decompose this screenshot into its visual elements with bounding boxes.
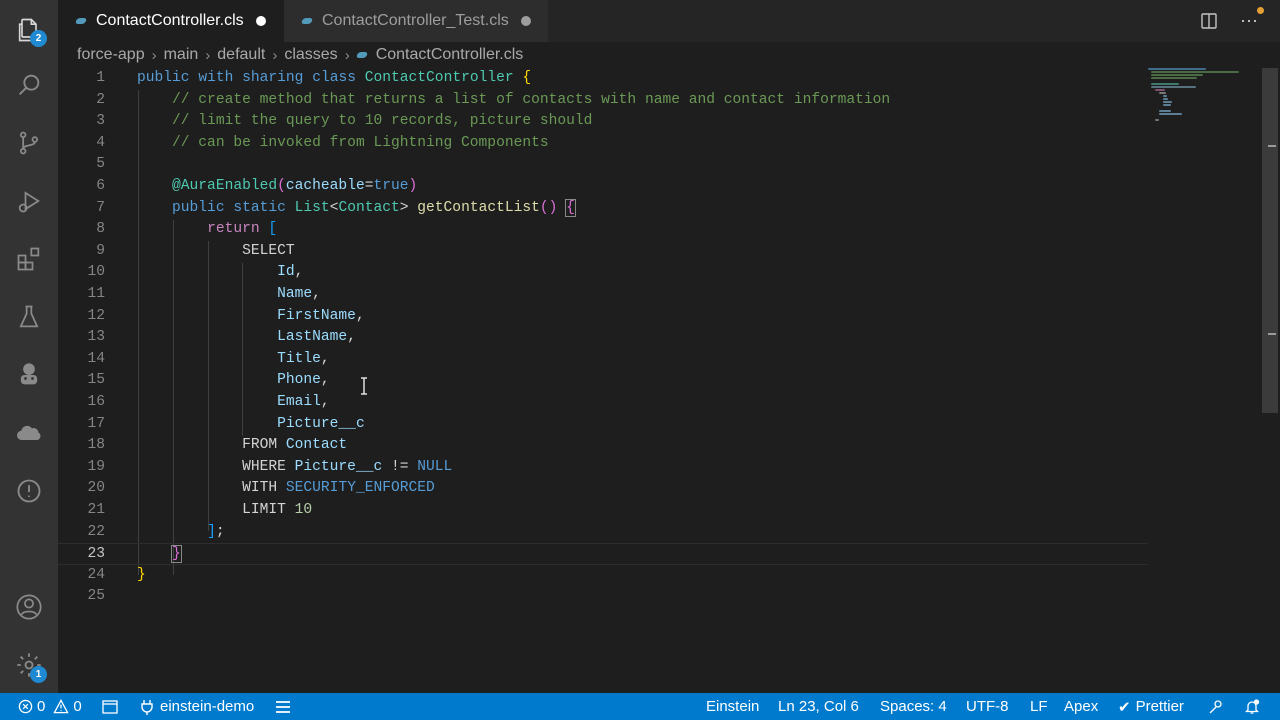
search-icon[interactable] [0,61,58,109]
code-line: 13 LastName, [87,329,356,346]
code-line: 20 WITH SECURITY_ENFORCED [87,480,435,497]
code-line: 16 Email, [87,394,330,410]
breadcrumb-item[interactable]: main [164,46,199,64]
chevron-right-icon: › [272,46,278,64]
code-line: 6 @AuraEnabled(cacheable=true) [96,178,418,194]
tab-label: ContactController.cls [96,12,244,29]
code-line: 2 // create method that returns a list o… [96,91,891,108]
eol-status[interactable]: LF [1030,693,1048,720]
breadcrumb-item[interactable]: classes [284,46,337,64]
overview-ruler-mark [1268,333,1276,335]
apex-file-icon [74,18,88,24]
breadcrumb-item[interactable]: ContactController.cls [376,46,524,64]
apex-file-icon [300,18,314,24]
chevron-right-icon: › [205,46,211,64]
feedback-icon[interactable] [1208,693,1224,720]
text-cursor-icon [361,377,367,395]
editor-actions: ⋯ [1198,0,1280,42]
chevron-right-icon: › [151,46,157,64]
overview-ruler-mark [1268,145,1276,147]
code-line: 25 [87,588,105,605]
activity-bar: 2 1 [0,0,58,693]
code-line: 24} [87,566,146,583]
settings-gear-icon[interactable] [0,641,58,689]
problems-icon[interactable] [0,467,58,515]
indentation-status[interactable]: Spaces: 4 [880,693,947,720]
account-icon[interactable] [0,583,58,631]
org-browser-icon[interactable] [0,351,58,399]
explorer-badge: 2 [30,30,47,47]
einstein-status[interactable]: Einstein [706,693,759,720]
code-line: 3 // limit the query to 10 records, pict… [96,113,593,130]
code-line-current: 23 } [58,543,1148,565]
code-line: 22 ]; [87,523,225,540]
code-line: 18 FROM Contact [87,437,348,454]
warning-count: 0 [73,698,82,715]
org-name: einstein-demo [160,698,255,715]
tab-contactcontroller[interactable]: ContactController.cls [58,0,284,42]
run-debug-icon[interactable] [0,177,58,225]
warning-icon [53,699,70,714]
code-editor[interactable]: 1 public with sharing class ContactContro… [58,68,1280,693]
prettier-label: Prettier [1135,698,1184,715]
language-mode[interactable]: Apex [1064,693,1098,720]
tab-bar: ContactController.cls ContactController_… [58,0,1280,42]
code-line: 11 Name, [87,286,321,302]
tasks-list-icon[interactable] [276,693,290,720]
code-line: 19 WHERE Picture__c != NULL [87,458,453,475]
tab-label: ContactController_Test.cls [322,12,509,29]
code-line: 1 public with sharing class ContactContro… [96,70,532,86]
split-editor-icon[interactable] [1198,10,1220,32]
code-line: 7 public static List<Contact> getContact… [96,198,576,217]
notifications-bell-icon[interactable] [1244,693,1260,720]
problems-status[interactable]: 0 0 [18,693,82,720]
code-line: 5 [96,156,105,173]
status-bar: 0 0 einstein-demo Einstein Ln 23, Col 6 … [0,693,1280,720]
code-line: 4 // can be invoked from Lightning Compo… [96,134,549,151]
extensions-icon[interactable] [0,235,58,283]
code-line: 15 Phone, [87,372,330,389]
files-icon[interactable] [0,6,58,54]
breadcrumb: force-app › main › default › classes › Conta… [58,42,1280,68]
error-icon [18,699,33,714]
double-check-icon: ✔ [1118,698,1131,716]
code-line: 8 return [ [96,221,278,238]
salesforce-cloud-icon[interactable] [0,409,58,457]
minimap[interactable] [1146,68,1246,128]
code-line: 17 Picture__c [87,415,365,432]
unsaved-dot-icon[interactable] [520,16,531,26]
code-line: 21 LIMIT 10 [87,502,313,518]
code-line: 10 Id, [87,264,304,281]
panel-toggle-icon[interactable] [102,693,118,720]
code-line: 9 SELECT [96,242,295,259]
code-line: 12 FirstName, [87,307,365,324]
unsaved-dot-icon[interactable] [255,16,266,26]
org-status[interactable]: einstein-demo [140,693,254,720]
tab-contactcontroller-test[interactable]: ContactController_Test.cls [284,0,548,42]
accounts-badge: 1 [30,666,47,683]
prettier-status[interactable]: ✔ Prettier [1118,693,1184,720]
cursor-position[interactable]: Ln 23, Col 6 [778,693,859,720]
error-count: 0 [37,698,46,715]
testing-icon[interactable] [0,293,58,341]
plug-icon [141,699,153,715]
vertical-scrollbar[interactable] [1262,68,1278,413]
apex-file-icon [355,52,368,58]
breadcrumb-item[interactable]: default [217,46,265,64]
code-line: 14 Title, [87,350,330,367]
encoding-status[interactable]: UTF-8 [966,693,1009,720]
chevron-right-icon: › [344,46,350,64]
source-control-icon[interactable] [0,119,58,167]
more-actions-icon[interactable]: ⋯ [1238,7,1264,32]
breadcrumb-item[interactable]: force-app [77,46,145,64]
